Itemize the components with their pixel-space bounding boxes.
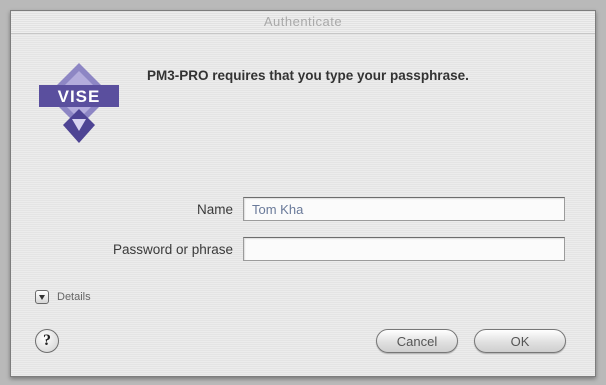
screenshot-frame: Authenticate VISE PM3-PRO requires that … xyxy=(0,0,606,385)
vise-logo: VISE xyxy=(39,63,119,143)
title-bar[interactable]: Authenticate xyxy=(11,11,595,34)
password-field[interactable] xyxy=(243,237,565,261)
help-button[interactable]: ? xyxy=(35,329,59,353)
details-label[interactable]: Details xyxy=(57,291,91,303)
name-field[interactable] xyxy=(243,197,565,221)
cancel-button[interactable]: Cancel xyxy=(376,329,458,353)
password-label: Password or phrase xyxy=(112,242,233,257)
ok-button[interactable]: OK xyxy=(474,329,566,353)
name-label: Name xyxy=(196,202,233,217)
authenticate-dialog: Authenticate VISE PM3-PRO requires that … xyxy=(10,10,596,377)
disclosure-triangle-icon[interactable] xyxy=(35,290,49,304)
window-title: Authenticate xyxy=(263,14,343,29)
triangle-down-icon xyxy=(39,294,45,300)
password-row: Password or phrase xyxy=(11,237,595,263)
name-row: Name xyxy=(11,197,595,223)
logo-text: VISE xyxy=(58,87,101,106)
details-toggle[interactable]: Details xyxy=(35,287,91,307)
auth-message: PM3-PRO requires that you type your pass… xyxy=(147,68,469,83)
